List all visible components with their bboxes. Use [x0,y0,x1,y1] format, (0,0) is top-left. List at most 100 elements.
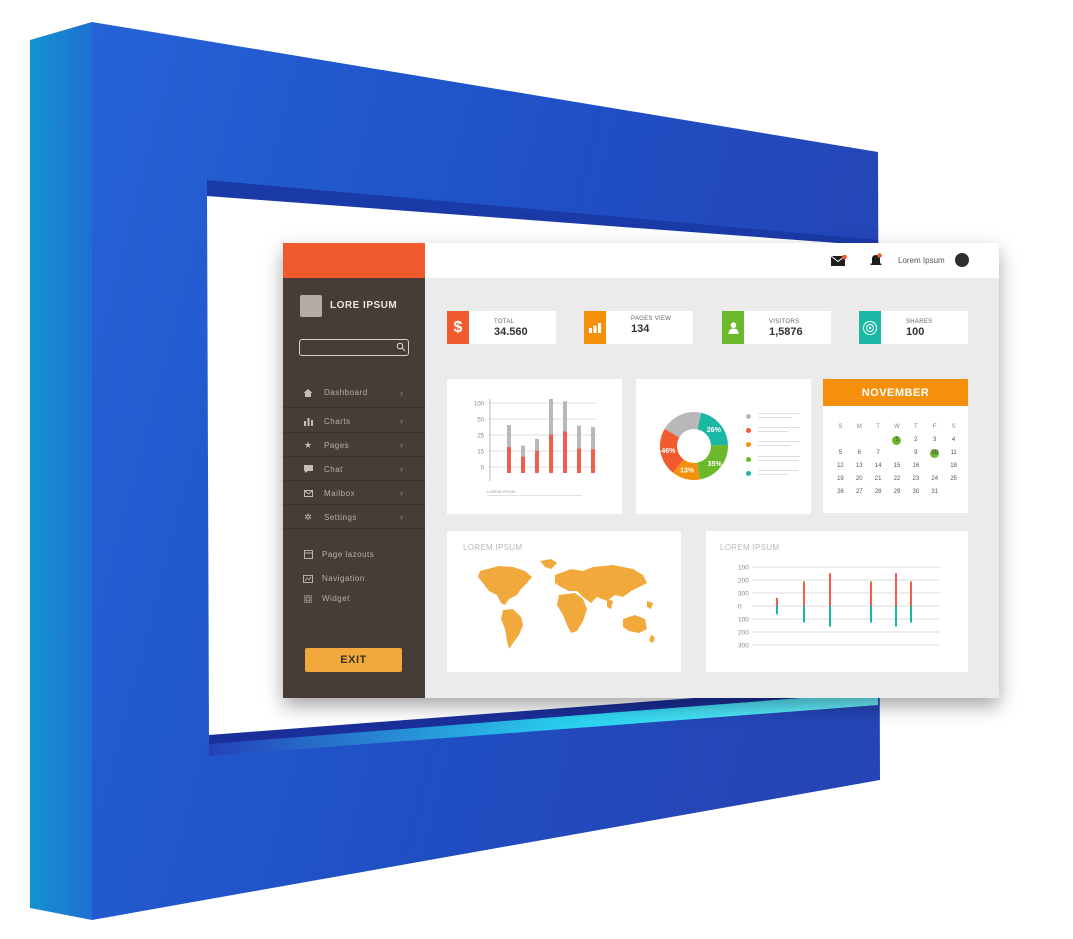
calendar-day[interactable]: 12 [831,462,850,471]
sidebar-item-mailbox[interactable]: Mailbox › [283,482,425,505]
calendar-day [888,449,907,458]
calendar-month: NOVEMBER [823,379,968,406]
calendar-day[interactable]: 11 [944,449,963,458]
calendar-day[interactable]: 22 [888,475,907,484]
range-bar-up [829,573,831,606]
bar-red [577,448,581,473]
stat-card-visitors[interactable]: VISITORS 1,5876 [722,311,831,344]
calendar-day[interactable]: 5 [831,449,850,458]
sidebar-item-widget[interactable]: Widget [283,587,425,610]
sidebar-item-pages[interactable]: ★ Pages › [283,434,425,457]
world-map [478,559,655,649]
y-tick-label: 100 [738,617,749,624]
calendar-day[interactable]: 19 [831,475,850,484]
calendar-day[interactable]: 13 [850,462,869,471]
legend-item [746,426,806,436]
gear-icon: ✲ [304,511,312,522]
calendar-day[interactable]: 1 [892,436,902,445]
range-bar-down [895,606,897,627]
calendar-day[interactable]: 31 [925,488,944,497]
y-tick-label: 100 [738,565,749,572]
calendar-day[interactable]: 6 [850,449,869,458]
top-bar: Lorem Ipsum [425,243,999,278]
navigation-icon [303,574,313,584]
calendar-day[interactable]: 2 [906,436,925,445]
calendar-day[interactable]: 10 [930,449,940,458]
bar-red [591,449,595,473]
donut-label: 13% [680,468,695,475]
donut-label: 35% [708,461,723,468]
user-icon [722,311,744,344]
donut-label: 46% [661,448,676,455]
range-bar-down [803,606,805,623]
calendar-weekday: S [838,424,843,430]
y-tick-label: 200 [738,630,749,637]
calendar-day[interactable]: 16 [906,462,925,471]
avatar[interactable] [955,253,969,267]
brand-name: LORE IPSUM [330,300,398,311]
sidebar-item-charts[interactable]: Charts › [283,410,425,433]
bar-chart-caption: LOREM IPSUM [487,489,516,494]
bar-chart-icon [303,416,313,426]
chevron-right-icon: › [400,488,403,498]
range-bar-down [870,606,872,623]
y-tick-label: 200 [738,578,749,585]
calendar-day[interactable]: 7 [869,449,888,458]
calendar-grid: S M T W T F S 1 2 3 4 5 6 7 9 10 11 12 13 14 15 16 18 19 20 21 22 2… [831,423,963,510]
sidebar-search-input[interactable] [299,339,409,356]
range-bar-up [803,581,805,606]
brand-logo [300,295,322,317]
stat-card-shares[interactable]: SHARES 100 [859,311,968,344]
calendar-weekday: W [894,424,900,430]
sidebar-item-settings[interactable]: ✲ Settings › [283,506,425,529]
calendar-weekday: S [951,424,956,430]
sidebar-item-dashboard[interactable]: Dashboard › [283,378,425,408]
sidebar: LORE IPSUM Dashboard › Charts › ★ Pages … [283,243,425,698]
calendar-day[interactable]: 18 [944,462,963,471]
home-icon [303,388,313,398]
bar-red [521,456,525,473]
search-icon[interactable] [396,342,406,352]
bar-red [535,450,539,473]
chat-icon [303,464,313,474]
stat-card-pages-view[interactable]: PAGES VIEW 134 [584,311,693,344]
calendar-day[interactable]: 24 [925,475,944,484]
legend-item [746,440,806,450]
bar-chart-icon [584,311,606,344]
bell-icon[interactable] [870,253,882,267]
calendar-day [869,436,888,445]
calendar-day[interactable]: 29 [888,488,907,497]
legend-item [746,455,806,465]
sidebar-header-bar [283,243,425,278]
calendar-day[interactable]: 9 [906,449,925,458]
calendar-day [925,462,944,471]
widget-icon [303,594,313,604]
calendar-day[interactable]: 14 [869,462,888,471]
world-map-card: LOREM IPSUM [447,531,681,672]
calendar-day[interactable]: 30 [906,488,925,497]
exit-button[interactable]: EXIT [305,648,402,672]
calendar-day[interactable]: 25 [944,475,963,484]
calendar-card: NOVEMBER S M T W T F S 1 2 3 4 5 6 7 9 10 11 12 13 14 15 16 18… [823,379,968,513]
sidebar-item-page-layouts[interactable]: Page lazouts [283,543,425,566]
bar-red [507,447,511,473]
calendar-day[interactable]: 23 [906,475,925,484]
calendar-day[interactable]: 15 [888,462,907,471]
user-name[interactable]: Lorem Ipsum [898,256,945,265]
chevron-right-icon: › [400,387,403,398]
y-tick-label: 15 [477,450,484,456]
calendar-day[interactable]: 4 [944,436,963,445]
calendar-day[interactable]: 27 [850,488,869,497]
calendar-day[interactable]: 3 [925,436,944,445]
range-bar-down [910,606,912,623]
legend-item [746,412,806,422]
caption-line [487,495,582,496]
calendar-day[interactable]: 20 [850,475,869,484]
calendar-weekday: M [856,424,862,430]
calendar-day[interactable]: 21 [869,475,888,484]
mail-icon[interactable] [831,255,847,266]
calendar-day[interactable]: 28 [869,488,888,497]
stat-card-total[interactable]: $ TOTAL 34.560 [447,311,556,344]
sidebar-item-chat[interactable]: Chat › [283,458,425,481]
calendar-day[interactable]: 26 [831,488,850,497]
